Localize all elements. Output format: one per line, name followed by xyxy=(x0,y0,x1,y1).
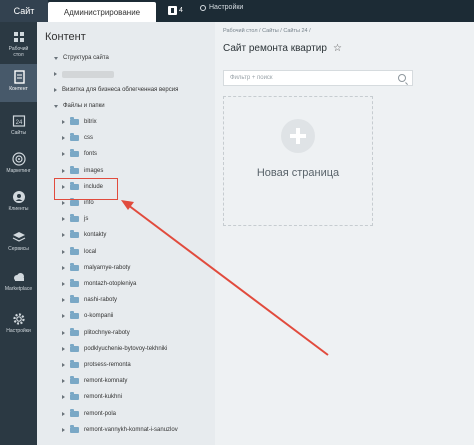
annotation-arrow xyxy=(121,200,329,356)
